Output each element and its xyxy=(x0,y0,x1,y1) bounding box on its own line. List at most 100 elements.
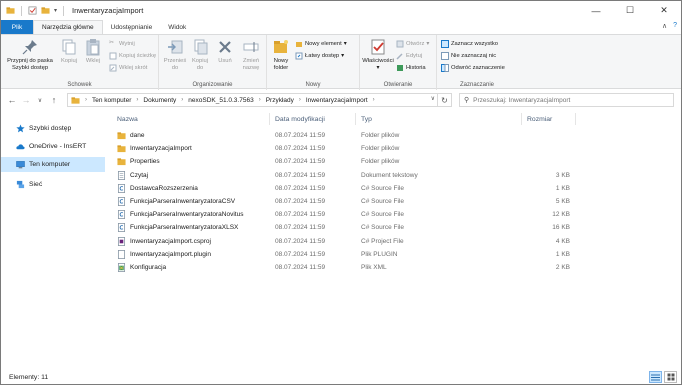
file-date: 08.07.2024 11:59 xyxy=(275,184,326,192)
file-size xyxy=(491,155,570,168)
qat-dropdown-icon[interactable]: ▾ xyxy=(54,7,57,14)
folder-icon xyxy=(117,145,126,153)
delete-icon xyxy=(219,41,231,53)
invert-selection-button[interactable]: Odwróć zaznaczenie xyxy=(441,64,505,72)
file-row[interactable]: InwentaryzacjaImport.plugin 08.07.2024 11… xyxy=(113,248,583,261)
ribbon-tabs: Plik Narzędzia główne Udostępnianie Wido… xyxy=(1,20,681,34)
new-item-button[interactable]: Nowy element ▾ xyxy=(295,40,347,48)
back-arrow-icon[interactable]: ← xyxy=(5,95,19,105)
column-header-name[interactable]: Nazwa xyxy=(117,112,138,126)
file-row[interactable]: FunkcjaParseraInwentaryzatoraXLSX 08.07.2… xyxy=(113,221,583,234)
scissors-icon: ✂ xyxy=(109,40,114,46)
file-row[interactable]: FunkcjaParseraInwentaryzatoraNovitus 08.0… xyxy=(113,208,583,221)
star-icon xyxy=(16,124,25,133)
organize-group-label: Organizowanie xyxy=(192,82,233,88)
file-size: 1 KB xyxy=(555,250,570,258)
open-button[interactable]: Otwórz ▾ xyxy=(396,40,429,48)
file-date: 08.07.2024 11:59 xyxy=(275,264,326,271)
new-folder-button[interactable]: Nowy folder xyxy=(270,38,292,72)
tab-share[interactable]: Udostępnianie xyxy=(103,20,161,34)
tab-file[interactable]: Plik xyxy=(1,20,33,34)
address-dropdown-icon[interactable]: ∨ xyxy=(431,95,435,102)
nav-item-onedrive[interactable]: OneDrive - InsERT xyxy=(1,139,105,154)
breadcrumb-nexosdk[interactable]: nexoSDK_51.0.3.7563 xyxy=(188,97,253,104)
details-view-icon xyxy=(651,374,660,380)
explorer-window: ▾ InwentaryzacjaImport — ☐ ✕ Plik Narzęd… xyxy=(0,0,682,385)
file-row[interactable]: Properties 08.07.2024 11:59 Folder plików xyxy=(113,155,583,168)
delete-button[interactable]: Usuń xyxy=(213,38,237,65)
breadcrumb-examples[interactable]: Przykłady xyxy=(266,97,294,104)
file-size: 1 KB xyxy=(555,184,570,192)
tab-home[interactable]: Narzędzia główne xyxy=(33,20,103,34)
view-switcher xyxy=(649,371,677,383)
pin-quick-access-button[interactable]: Przypnij do paska Szybki dostęp xyxy=(5,38,55,72)
breadcrumb-documents[interactable]: Dokumenty xyxy=(143,97,176,104)
help-icon[interactable]: ? xyxy=(673,22,677,30)
file-name: dane xyxy=(130,132,145,139)
paste-shortcut-button[interactable]: Wklej skrót xyxy=(109,64,147,72)
edit-button[interactable]: Edytuj xyxy=(396,52,422,60)
nav-item-this-pc[interactable]: Ten komputer xyxy=(1,157,105,172)
paste-button[interactable]: Wklej xyxy=(81,38,105,65)
address-bar[interactable]: › Ten komputer › Dokumenty › nexoSDK_51.… xyxy=(67,93,438,107)
file-row[interactable]: Konfiguracja 08.07.2024 11:59 Plik XML 2 KB xyxy=(113,261,583,274)
refresh-button[interactable]: ↻ xyxy=(438,93,452,107)
refresh-icon: ↻ xyxy=(441,95,448,105)
nav-item-quick-access[interactable]: Szybki dostęp xyxy=(1,121,105,136)
chevron-right-icon: › xyxy=(136,97,139,103)
large-icons-view-button[interactable] xyxy=(664,371,677,383)
title-bar: ▾ InwentaryzacjaImport — ☐ ✕ xyxy=(1,1,681,20)
cut-button[interactable]: ✂ Wytnij xyxy=(109,40,135,48)
file-row[interactable]: InwentaryzacjaImport.csproj 08.07.2024 11… xyxy=(113,235,583,248)
file-name-cell: InwentaryzacjaImport.plugin xyxy=(117,248,211,261)
close-button[interactable]: ✕ xyxy=(647,1,681,20)
new-group: Nowy folder Nowy element ▾ Łatwy dostęp … xyxy=(267,35,360,90)
csharp-file-icon xyxy=(117,197,126,206)
chevron-right-icon: › xyxy=(85,97,87,103)
file-row[interactable]: FunkcjaParseraInwentaryzatoraCSV 08.07.20… xyxy=(113,195,583,208)
up-arrow-icon[interactable]: ↑ xyxy=(47,95,61,105)
minimize-button[interactable]: — xyxy=(579,1,613,20)
nav-item-network[interactable]: Sieć xyxy=(1,177,105,192)
file-row[interactable]: Czytaj 08.07.2024 11:59 Dokument tekstowy 3… xyxy=(113,169,583,182)
tab-view[interactable]: Widok xyxy=(160,20,194,34)
dropdown-arrow-icon: ▾ xyxy=(426,41,430,47)
file-type: Dokument tekstowy xyxy=(361,171,418,179)
copy-to-button[interactable]: Kopiuj do xyxy=(188,38,212,72)
file-row[interactable]: DostawcaRozszerzenia 08.07.2024 11:59 C# S… xyxy=(113,182,583,195)
properties-button[interactable]: Właściwości ▾ xyxy=(362,38,394,72)
history-button[interactable]: Historia xyxy=(396,64,426,72)
search-input[interactable]: ⚲ Przeszukaj: InwentaryzacjaImport xyxy=(459,93,674,107)
details-view-button[interactable] xyxy=(649,371,662,383)
copy-path-button[interactable]: Kopiuj ścieżkę xyxy=(109,52,156,60)
file-row[interactable]: dane 08.07.2024 11:59 Folder plików xyxy=(113,129,583,142)
file-size xyxy=(491,142,570,155)
new-folder-icon[interactable] xyxy=(41,6,50,15)
forward-arrow-icon[interactable]: → xyxy=(19,95,33,105)
column-header-size[interactable]: Rozmiar xyxy=(527,112,552,126)
rename-button[interactable]: Zmień nazwę xyxy=(238,38,264,72)
copy-button[interactable]: Kopiuj xyxy=(57,38,81,65)
select-none-button[interactable]: Nie zaznaczaj nic xyxy=(441,52,496,60)
chevron-right-icon: › xyxy=(372,97,375,103)
collapse-ribbon-icon[interactable]: ∧ xyxy=(662,22,667,30)
column-header-date[interactable]: Data modyfikacji xyxy=(275,112,325,126)
open-icon xyxy=(396,40,404,48)
copy-path-icon xyxy=(109,52,117,60)
breadcrumb-this-pc[interactable]: Ten komputer xyxy=(92,97,131,104)
generic-file-icon xyxy=(117,249,126,259)
recent-locations-icon[interactable]: ∨ xyxy=(33,97,47,104)
file-size: 16 KB xyxy=(552,224,570,232)
select-all-button[interactable]: Zaznacz wszystko xyxy=(441,40,498,48)
easy-access-button[interactable]: Łatwy dostęp ▾ xyxy=(295,52,344,60)
maximize-button[interactable]: ☐ xyxy=(613,1,647,20)
file-name-cell: FunkcjaParseraInwentaryzatoraCSV xyxy=(117,195,235,208)
move-to-button[interactable]: Przenieś do xyxy=(163,38,187,72)
file-name-cell: DostawcaRozszerzenia xyxy=(117,182,198,195)
breadcrumb-current[interactable]: InwentaryzacjaImport xyxy=(306,97,368,104)
column-header-type[interactable]: Typ xyxy=(361,112,372,126)
file-type: Folder plików xyxy=(361,158,400,166)
properties-icon[interactable] xyxy=(28,6,37,15)
file-row[interactable]: InwentaryzacjaImport 08.07.2024 11:59 Fold… xyxy=(113,142,583,155)
open-group: Właściwości ▾ Otwórz ▾ Edytuj Historia O… xyxy=(360,35,437,90)
